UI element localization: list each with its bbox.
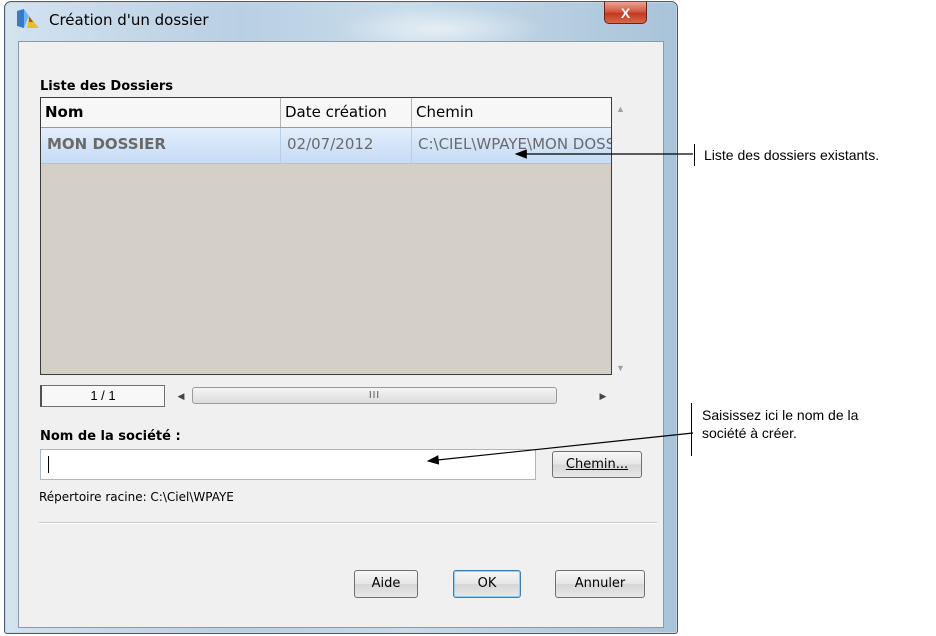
annotation-list-text: Liste des dossiers existants. xyxy=(704,147,880,163)
annotation-bracket-list xyxy=(694,144,695,166)
annotation-name-line2: société à créer. xyxy=(702,425,797,441)
annotation-name-line1: Saisissez ici le nom de la xyxy=(702,407,859,423)
annotation-arrows xyxy=(426,149,694,465)
arrow-to-name-field xyxy=(426,432,694,465)
annotation-bracket-name xyxy=(691,403,692,456)
